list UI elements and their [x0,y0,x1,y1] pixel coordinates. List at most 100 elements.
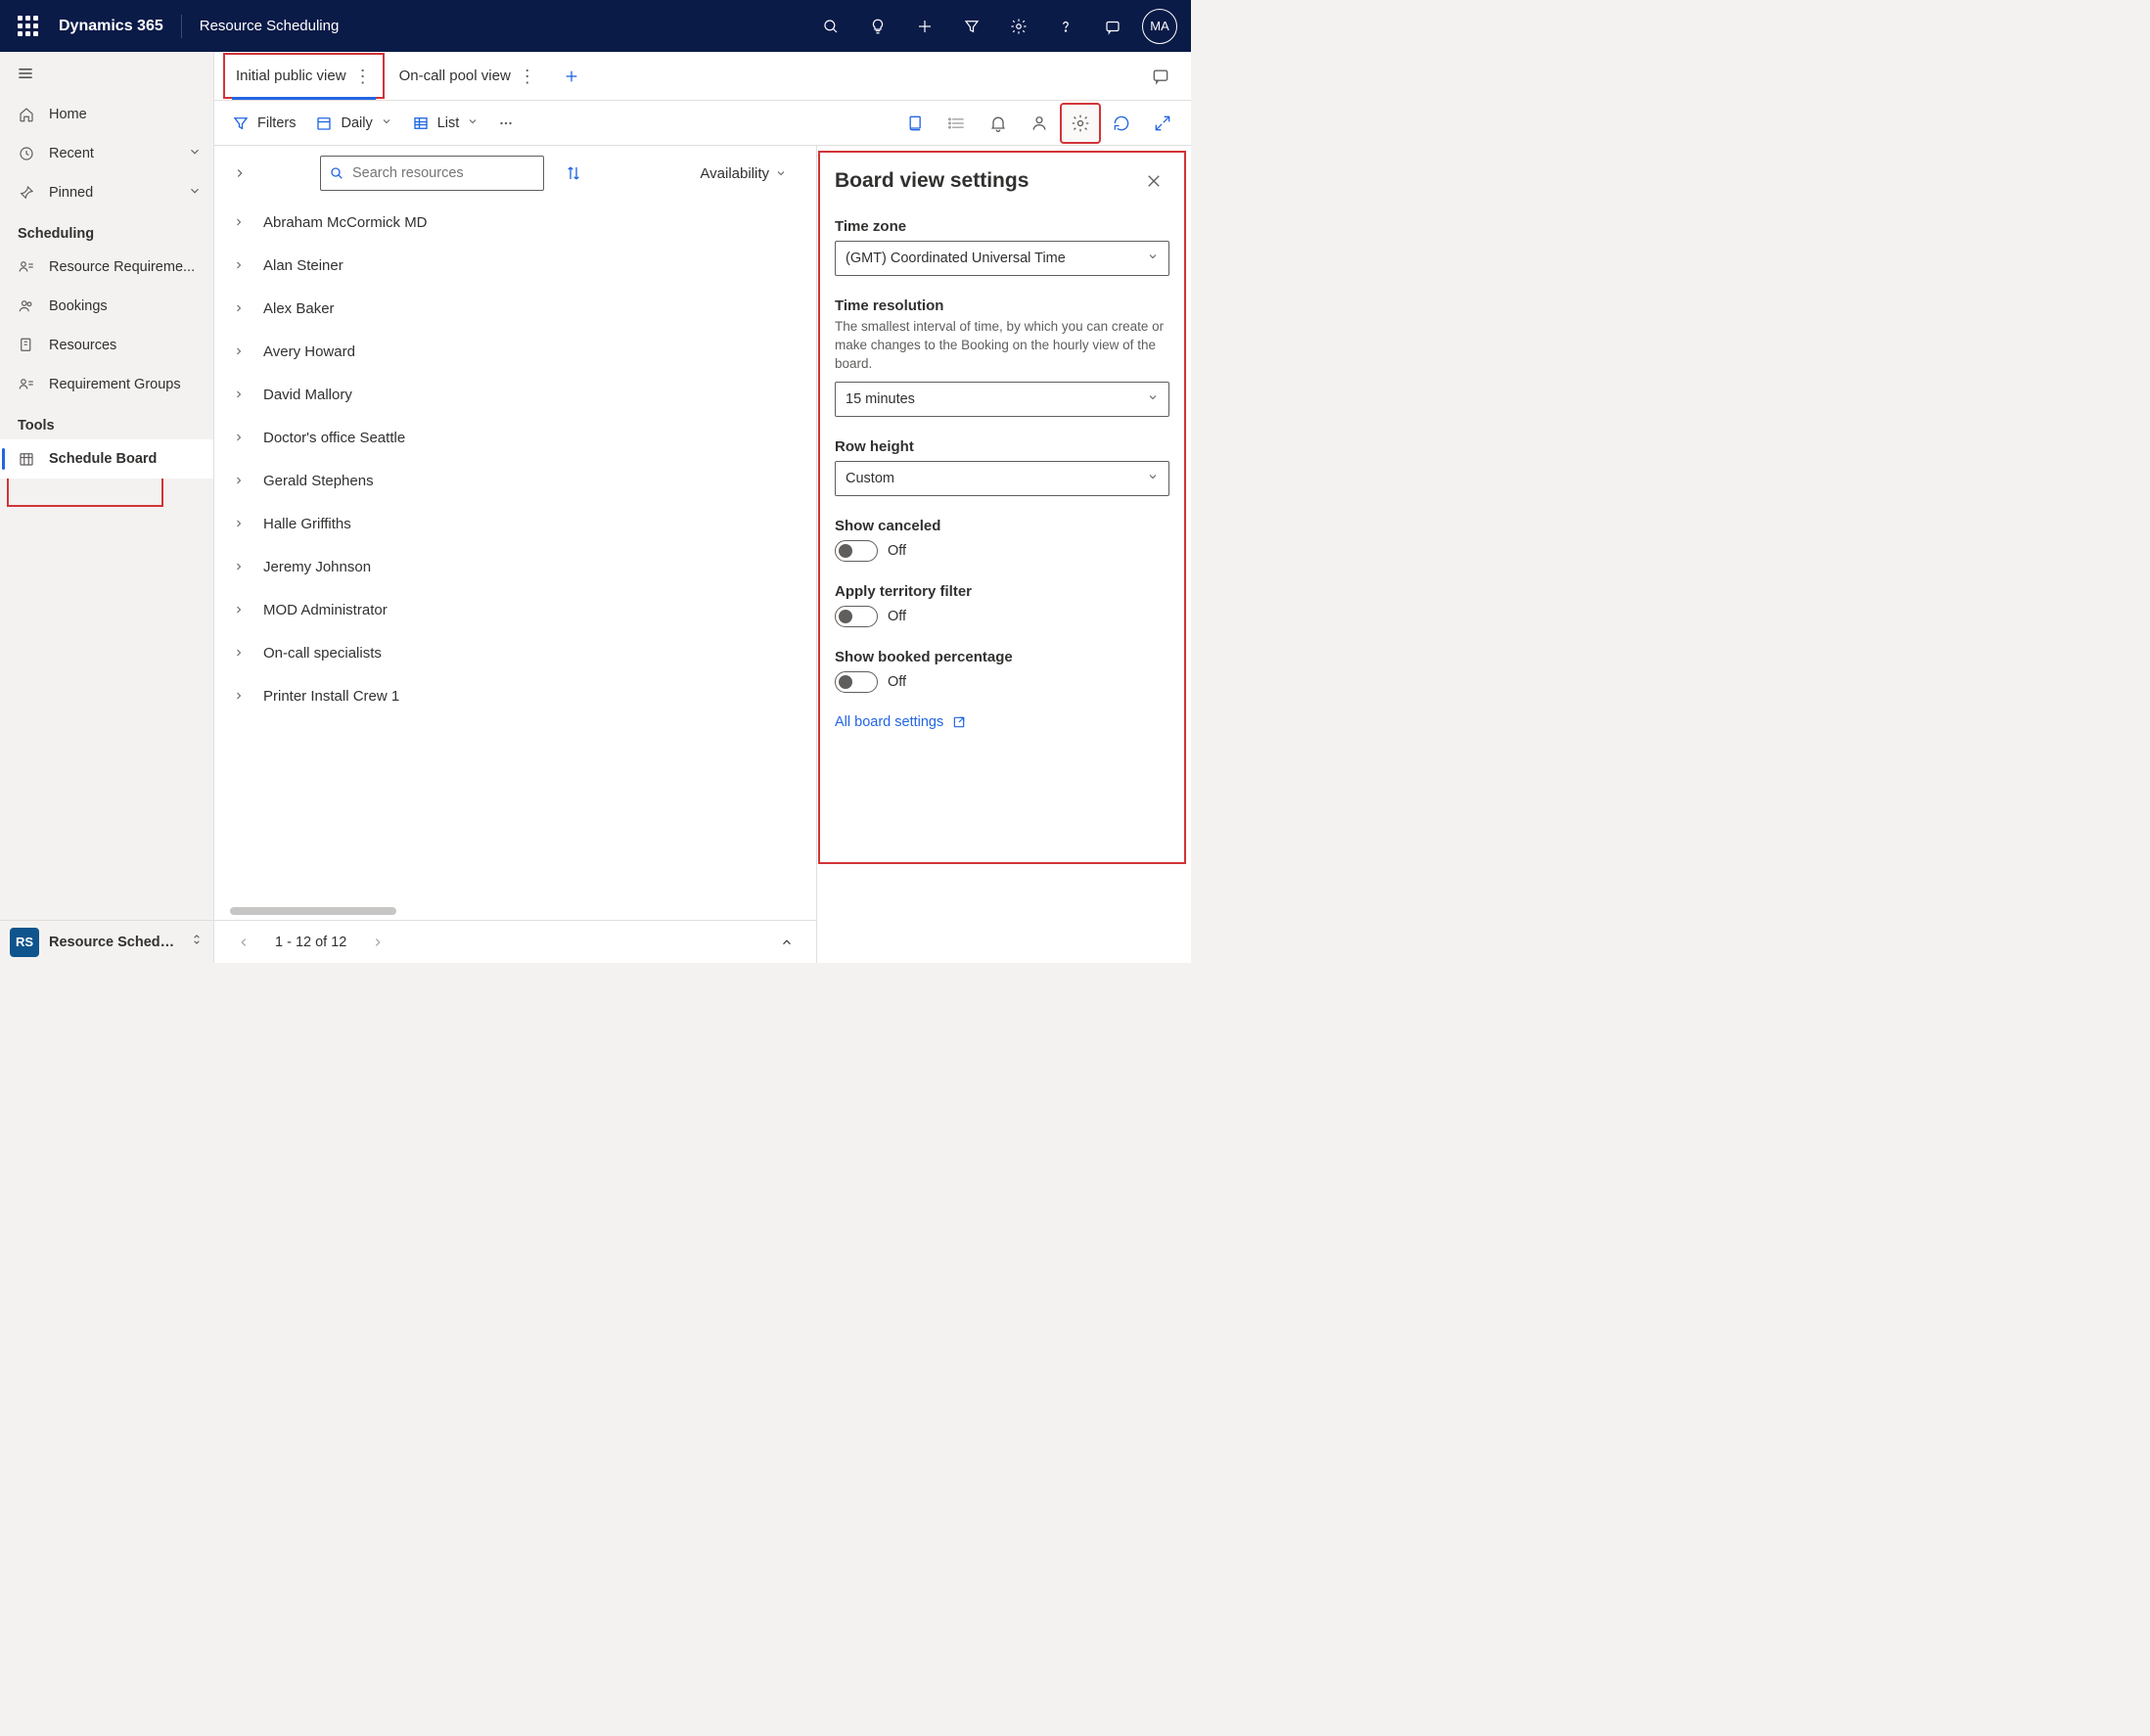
nav-schedule-board[interactable]: Schedule Board [0,439,213,479]
resource-row[interactable]: Abraham McCormick MD [214,201,816,244]
close-icon[interactable] [1138,165,1169,197]
resource-row[interactable]: Jeremy Johnson [214,545,816,588]
expand-icon[interactable] [1142,103,1183,144]
nav-resource-requirements[interactable]: Resource Requireme... [0,248,213,287]
resource-row[interactable]: Halle Griffiths [214,502,816,545]
nav-recent[interactable]: Recent [0,134,213,173]
pager-range: 1 - 12 of 12 [275,935,346,950]
chevron-right-icon[interactable] [230,601,248,618]
help-icon[interactable] [1042,3,1089,50]
resource-row[interactable]: Printer Install Crew 1 [214,674,816,717]
chevron-right-icon[interactable] [230,429,248,446]
list-dropdown[interactable]: List [402,106,489,141]
tab-oncall-pool-view[interactable]: On-call pool view ⋮ [386,52,550,100]
show-canceled-toggle[interactable] [835,540,878,562]
area-switcher[interactable]: RS Resource Schedul... [0,920,213,963]
refresh-icon[interactable] [1101,103,1142,144]
area-badge: RS [10,928,39,957]
nav-label: Requirement Groups [49,377,181,392]
resource-icon [18,337,35,354]
nav-pinned[interactable]: Pinned [0,173,213,212]
row-height-select[interactable]: Custom [835,461,1169,496]
bell-icon[interactable] [978,103,1019,144]
add-tab-button[interactable] [550,52,593,100]
chevron-right-icon[interactable] [230,472,248,489]
app-launcher-icon[interactable] [8,7,47,46]
availability-dropdown[interactable]: Availability [700,165,804,182]
search-resources-input[interactable] [320,156,544,191]
filter-icon[interactable] [948,3,995,50]
resource-row[interactable]: Gerald Stephens [214,459,816,502]
search-icon[interactable] [807,3,854,50]
book-icon[interactable] [895,103,937,144]
chevron-right-icon[interactable] [230,256,248,274]
chevron-right-icon[interactable] [230,515,248,532]
chevron-right-icon[interactable] [230,687,248,705]
booked-percentage-toggle[interactable] [835,671,878,693]
collapse-resources-icon[interactable] [226,160,253,187]
chevron-right-icon[interactable] [230,644,248,662]
resource-name: Gerald Stephens [263,473,374,489]
gear-icon[interactable] [995,3,1042,50]
nav-label: Pinned [49,185,93,201]
link-label: All board settings [835,714,943,730]
overflow-menu-icon[interactable] [488,106,524,141]
tab-label: Initial public view [236,68,346,84]
nav-home[interactable]: Home [0,95,213,134]
tab-menu-icon[interactable]: ⋮ [354,68,372,85]
horizontal-scrollbar[interactable] [214,902,816,920]
filters-button[interactable]: Filters [222,106,305,141]
resource-name: Doctor's office Seattle [263,430,405,446]
resource-row[interactable]: Avery Howard [214,330,816,373]
chevron-right-icon[interactable] [230,299,248,317]
toggle-state: Off [888,543,906,559]
all-board-settings-link[interactable]: All board settings [835,714,1169,730]
resource-row[interactable]: On-call specialists [214,631,816,674]
tab-initial-public-view[interactable]: Initial public view ⋮ [222,52,386,100]
search-field[interactable] [352,165,535,181]
chevron-down-icon [467,115,479,131]
nav-label: Home [49,107,87,122]
board-settings-gear-icon[interactable] [1060,103,1101,144]
pager-prev-button[interactable] [230,929,257,956]
tab-menu-icon[interactable]: ⋮ [519,68,536,85]
chevron-right-icon[interactable] [230,213,248,231]
resource-row[interactable]: Alan Steiner [214,244,816,287]
daily-dropdown[interactable]: Daily [305,106,401,141]
timezone-select[interactable]: (GMT) Coordinated Universal Time [835,241,1169,276]
chevron-right-icon[interactable] [230,558,248,575]
user-avatar[interactable]: MA [1142,9,1177,44]
resource-name: Avery Howard [263,343,355,360]
chevron-right-icon[interactable] [230,343,248,360]
pager-next-button[interactable] [364,929,391,956]
person-icon[interactable] [1019,103,1060,144]
main-area: Initial public view ⋮ On-call pool view … [214,52,1191,963]
resource-name: Alan Steiner [263,257,343,274]
board-tabs: Initial public view ⋮ On-call pool view … [214,52,1191,101]
sort-icon[interactable] [558,158,589,189]
nav-resources[interactable]: Resources [0,326,213,365]
resource-name: MOD Administrator [263,602,388,618]
resource-row[interactable]: MOD Administrator [214,588,816,631]
add-icon[interactable] [901,3,948,50]
toggle-state: Off [888,674,906,690]
app-subtitle: Resource Scheduling [200,18,340,34]
chat-panel-icon[interactable] [1140,56,1181,97]
resource-row[interactable]: David Mallory [214,373,816,416]
legend-icon[interactable] [937,103,978,144]
nav-requirement-groups[interactable]: Requirement Groups [0,365,213,404]
sidebar-collapse-button[interactable] [0,52,213,95]
lightbulb-icon[interactable] [854,3,901,50]
sidebar: Home Recent Pinned Scheduling Resource R… [0,52,214,963]
territory-filter-toggle[interactable] [835,606,878,627]
expand-panel-icon[interactable] [773,929,801,956]
calendar-grid-icon [18,450,35,468]
nav-bookings[interactable]: Bookings [0,287,213,326]
time-resolution-select[interactable]: 15 minutes [835,382,1169,417]
resource-row[interactable]: Doctor's office Seattle [214,416,816,459]
resource-row[interactable]: Alex Baker [214,287,816,330]
pager: 1 - 12 of 12 [214,920,816,963]
chevron-right-icon[interactable] [230,386,248,403]
header-icon-bar: MA [807,3,1183,50]
assistant-icon[interactable] [1089,3,1136,50]
